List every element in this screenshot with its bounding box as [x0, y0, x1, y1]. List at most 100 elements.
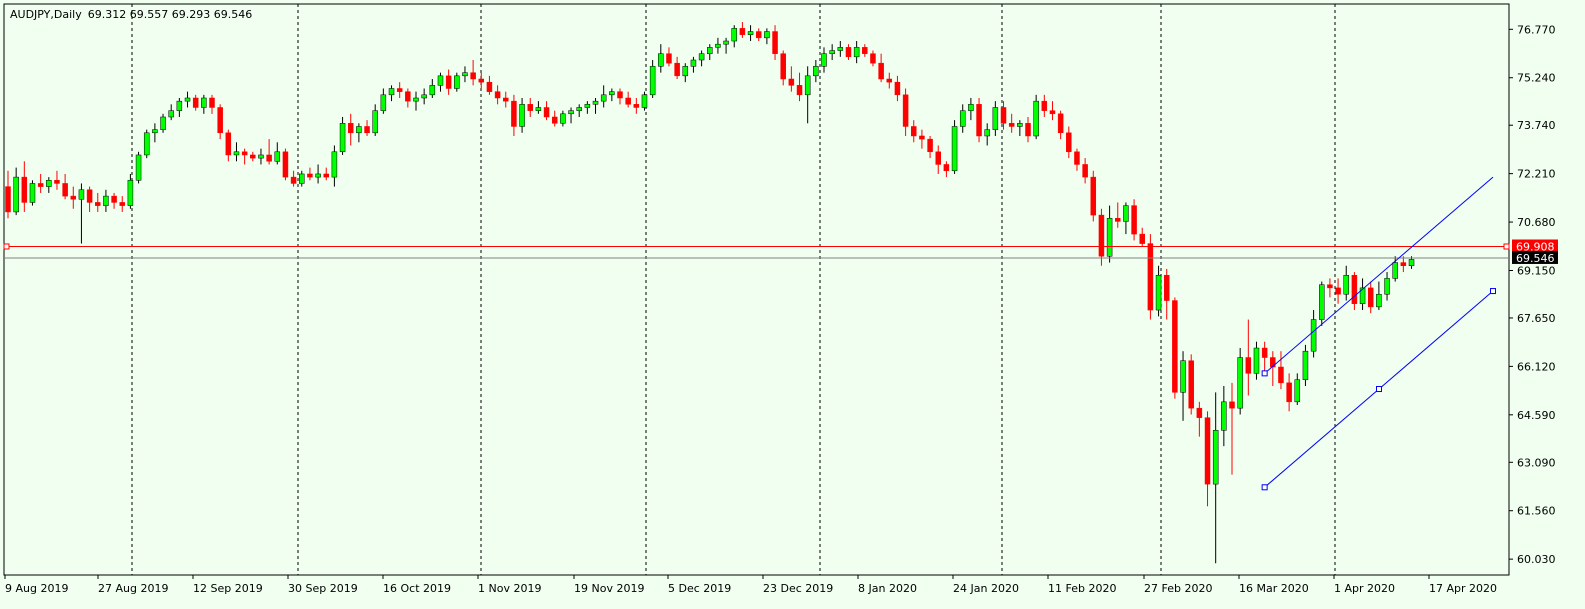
- y-axis-tick-label: 66.120: [1517, 360, 1556, 373]
- candle-body: [1082, 164, 1088, 178]
- candle-body: [1343, 274, 1349, 295]
- candle-body: [127, 180, 134, 206]
- candle-body: [1090, 176, 1097, 216]
- x-axis-tick-label: 11 Feb 2020: [1048, 582, 1116, 595]
- candle-body: [13, 176, 19, 213]
- candle-body: [37, 183, 44, 187]
- candle: [1237, 348, 1243, 415]
- candle-body: [1384, 278, 1390, 295]
- candle-body: [894, 81, 901, 96]
- candle-body: [454, 75, 460, 89]
- candle: [1033, 94, 1039, 140]
- candle-body: [690, 59, 697, 67]
- candle-body: [1106, 218, 1113, 257]
- candle-body: [902, 94, 909, 127]
- candle-body: [959, 110, 966, 127]
- candle-body: [1351, 274, 1358, 304]
- x-axis-tick-label: 30 Sep 2019: [288, 582, 358, 595]
- candle-body: [462, 72, 468, 77]
- candle-body: [772, 31, 778, 54]
- candle-body: [878, 62, 884, 80]
- candle-body: [274, 151, 281, 162]
- candle-body: [1376, 293, 1382, 308]
- candle-body: [494, 91, 501, 99]
- candle-body: [674, 62, 680, 77]
- candle-body: [1188, 360, 1194, 409]
- candle-body: [1033, 100, 1039, 137]
- level-line-anchor-right: [1503, 243, 1510, 250]
- x-axis-tick-label: 19 Nov 2019: [574, 582, 644, 595]
- candle-body: [364, 126, 370, 134]
- candle: [282, 148, 289, 181]
- candle-body: [1000, 107, 1007, 124]
- y-axis-tick-label: 60.030: [1517, 553, 1556, 566]
- candle-body: [307, 173, 313, 178]
- current-price-label: 69.546: [1512, 250, 1558, 265]
- x-axis-tick-label: 1 Nov 2019: [478, 582, 541, 595]
- candle-body: [821, 53, 827, 67]
- candlestick-chart: 76.770 75.240 73.740 72.210 70.680 69.150 67.6…: [3, 3, 1558, 595]
- chart-header: AUDJPY,Daily 69.312 69.557 69.293 69.546: [10, 8, 252, 21]
- candle-body: [1327, 284, 1333, 289]
- candle: [1188, 354, 1194, 415]
- candle-body: [649, 66, 656, 96]
- candle-body: [862, 47, 868, 54]
- candle-body: [560, 113, 566, 124]
- candle-body: [217, 107, 223, 134]
- candle: [1319, 281, 1325, 326]
- candle-body: [135, 154, 142, 181]
- candle-body: [666, 53, 672, 64]
- candle-body: [1367, 287, 1374, 308]
- candle-body: [796, 85, 803, 96]
- plot-area: [3, 3, 1510, 576]
- candle-body: [723, 40, 729, 45]
- candle-body: [568, 110, 574, 115]
- candle-body: [95, 202, 101, 206]
- candle-body: [1017, 123, 1023, 127]
- candle-body: [372, 110, 378, 134]
- candle-body: [1229, 401, 1235, 409]
- y-axis-tick-label: 73.740: [1517, 119, 1556, 132]
- candle-body: [511, 100, 517, 127]
- candle-body: [356, 126, 362, 134]
- candle: [1302, 344, 1309, 387]
- y-axis-tick-label: 63.090: [1517, 456, 1556, 469]
- x-axis-tick-label: 16 Mar 2020: [1239, 582, 1309, 595]
- candle-body: [519, 104, 525, 127]
- candle-body: [1008, 123, 1015, 127]
- candle-body: [829, 50, 835, 54]
- candle-body: [853, 47, 860, 58]
- candle-body: [1286, 382, 1292, 403]
- x-axis-tick-label: 16 Oct 2019: [383, 582, 451, 595]
- candle-body: [380, 94, 387, 111]
- chart-title-timeframe: Daily: [54, 8, 82, 21]
- candle-body: [78, 189, 85, 200]
- candle-body: [1155, 274, 1162, 311]
- candle: [29, 180, 36, 206]
- candle-body: [1098, 214, 1105, 257]
- channel-anchor-point: [1376, 386, 1382, 393]
- x-axis-tick-label: 1 Apr 2020: [1334, 582, 1395, 595]
- candle-body: [396, 88, 403, 92]
- candle-body: [192, 97, 199, 108]
- candle-body: [70, 195, 77, 200]
- candle-body: [241, 151, 248, 156]
- candle-body: [111, 195, 117, 203]
- candle-body: [600, 94, 607, 102]
- candle-body: [1221, 401, 1227, 431]
- candle-body: [486, 81, 493, 92]
- candle-body: [413, 97, 419, 102]
- candle-body: [1147, 243, 1154, 311]
- candle-body: [1310, 319, 1317, 352]
- candle-body: [405, 91, 411, 102]
- channel-anchor-point: [1261, 370, 1268, 377]
- candle-body: [323, 173, 329, 178]
- candle-body: [1139, 233, 1145, 244]
- candle-body: [233, 151, 240, 156]
- candle-body: [445, 75, 452, 89]
- x-axis-tick-label: 8 Jan 2020: [858, 582, 917, 595]
- candle-body: [625, 97, 631, 105]
- candle-body: [1180, 360, 1186, 393]
- candle-body: [1163, 274, 1170, 301]
- candle-body: [437, 75, 444, 86]
